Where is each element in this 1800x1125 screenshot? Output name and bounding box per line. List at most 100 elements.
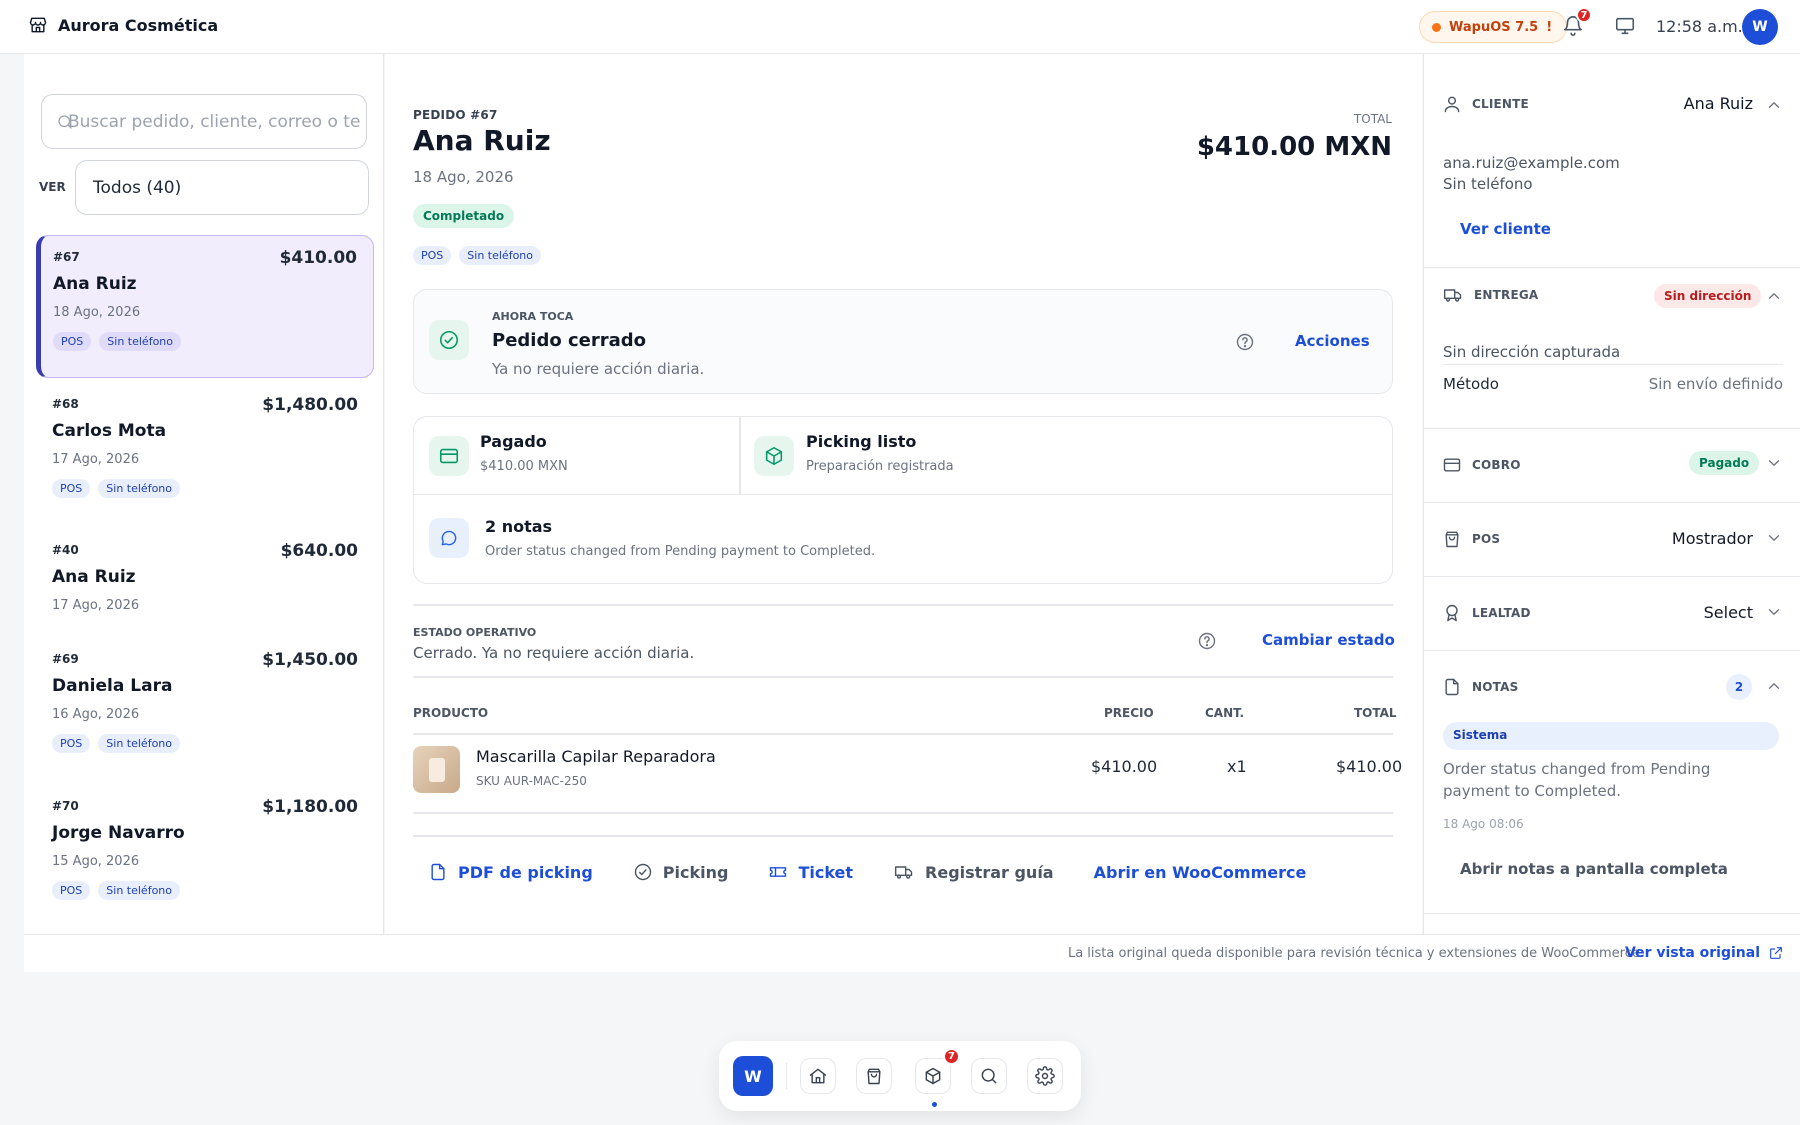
order-customer: Ana Ruiz	[52, 567, 136, 587]
dock-search-button[interactable]	[971, 1058, 1007, 1094]
loyalty-value: Select	[1703, 603, 1753, 622]
notifications-count-badge: 7	[1576, 7, 1592, 23]
order-card-69[interactable]: #69 $1,450.00 Daniela Lara 16 Ago, 2026 …	[36, 638, 374, 781]
display-button[interactable]	[1613, 15, 1637, 37]
pdf-picking-button[interactable]: PDF de picking	[428, 862, 593, 882]
pos-section[interactable]: POS Mostrador	[1424, 503, 1800, 577]
notes-title: 2 notas	[485, 517, 553, 536]
dock-shop-button[interactable]	[856, 1058, 892, 1094]
col-header-qty: CANT.	[1205, 706, 1245, 720]
note-text-line-1: Order status changed from Pending	[1443, 760, 1711, 778]
clock: 12:58 a.m.	[1656, 17, 1743, 36]
check-circle-icon	[429, 320, 469, 360]
client-name: Ana Ruiz	[1683, 94, 1753, 113]
pos-section-header: POS	[1442, 529, 1500, 549]
product-name: Mascarilla Capilar Reparadora	[476, 747, 716, 766]
chevron-up-icon[interactable]	[1765, 96, 1783, 114]
os-version-label: WapuOS 7.5	[1449, 19, 1539, 35]
ticket-icon	[768, 862, 788, 882]
home-icon	[808, 1066, 828, 1086]
notifications-button[interactable]: 7	[1562, 7, 1592, 37]
loyalty-section[interactable]: LEALTAD Select	[1424, 577, 1800, 651]
tag-no-phone: Sin teléfono	[98, 479, 180, 498]
credit-card-icon	[429, 436, 469, 476]
footer-bar: La lista original queda disponible para …	[24, 934, 1800, 972]
dock-settings-button[interactable]	[1027, 1058, 1063, 1094]
order-card-67[interactable]: #67 $410.00 Ana Ruiz 18 Ago, 2026 POS Si…	[36, 235, 374, 378]
chevron-up-icon[interactable]	[1765, 677, 1783, 695]
tag-no-phone: Sin teléfono	[459, 246, 541, 265]
payment-title: Pagado	[480, 432, 547, 451]
order-card-68[interactable]: #68 $1,480.00 Carlos Mota 17 Ago, 2026 P…	[36, 383, 374, 526]
order-customer-title: Ana Ruiz	[413, 124, 551, 157]
order-card-70[interactable]: #70 $1,180.00 Jorge Navarro 15 Ago, 2026…	[36, 785, 374, 928]
order-card-40[interactable]: #40 $640.00 Ana Ruiz 17 Ago, 2026	[36, 529, 374, 639]
payment-section-header: COBRO	[1442, 455, 1521, 475]
actions-button[interactable]: Acciones	[1295, 332, 1370, 350]
tag-pos: POS	[52, 479, 91, 498]
chat-bubble-icon	[429, 518, 469, 558]
order-amount: $1,450.00	[262, 650, 358, 670]
help-icon[interactable]	[1235, 332, 1255, 352]
order-amount: $410.00	[279, 248, 357, 268]
paid-badge: Pagado	[1689, 451, 1760, 475]
brand[interactable]: Aurora Cosmética	[28, 15, 218, 35]
order-label: PEDIDO #67	[413, 108, 498, 122]
dock-home-button[interactable]	[800, 1058, 836, 1094]
chevron-up-icon[interactable]	[1765, 287, 1783, 305]
filter-label: VER	[39, 180, 66, 194]
order-customer: Daniela Lara	[52, 676, 173, 696]
filter-select[interactable]: Todos (40)	[75, 160, 369, 215]
order-actions: PDF de picking Picking Ticket Registrar …	[428, 862, 1346, 882]
credit-card-icon	[1442, 455, 1462, 475]
user-avatar[interactable]: W	[1742, 9, 1778, 45]
search-input[interactable]: Buscar pedido, cliente, correo o te	[41, 94, 367, 149]
tag-pos: POS	[413, 246, 452, 265]
delivery-address: Sin dirección capturada	[1443, 343, 1621, 361]
delivery-section-header[interactable]: ENTREGA	[1442, 285, 1538, 305]
client-email: ana.ruiz@example.com	[1443, 154, 1620, 172]
order-total-label: TOTAL	[1353, 112, 1392, 126]
payment-section[interactable]: COBRO Pagado	[1424, 429, 1800, 503]
truck-icon	[893, 862, 915, 882]
no-address-badge: Sin dirección	[1654, 284, 1762, 308]
help-icon[interactable]	[1197, 631, 1217, 651]
loyalty-section-header: LEALTAD	[1442, 603, 1531, 623]
notes-section-header[interactable]: NOTAS	[1442, 677, 1518, 697]
chevron-down-icon[interactable]	[1765, 603, 1783, 621]
change-state-button[interactable]: Cambiar estado	[1262, 631, 1395, 649]
os-warning-mark: !	[1546, 19, 1553, 35]
external-link-icon	[1768, 945, 1784, 961]
picking-button[interactable]: Picking	[633, 862, 728, 882]
order-detail: PEDIDO #67 Ana Ruiz 18 Ago, 2026 TOTAL $…	[385, 54, 1422, 934]
client-section-header[interactable]: CLIENTE	[1442, 94, 1529, 114]
open-woocommerce-link[interactable]: Abrir en WooCommerce	[1094, 862, 1307, 882]
monitor-icon	[1613, 15, 1637, 37]
dock-app-button[interactable]: W	[733, 1056, 773, 1096]
view-client-link[interactable]: Ver cliente	[1460, 220, 1551, 238]
order-customer: Carlos Mota	[52, 421, 167, 441]
view-original-link[interactable]: Ver vista original	[1625, 945, 1784, 961]
shopping-bag-icon	[864, 1066, 884, 1086]
tag-no-phone: Sin teléfono	[98, 881, 180, 900]
search-placeholder: Buscar pedido, cliente, correo o te	[68, 111, 361, 132]
product-sku: SKU AUR-MAC-250	[476, 774, 587, 788]
ticket-button[interactable]: Ticket	[768, 862, 853, 882]
os-version-badge[interactable]: WapuOS 7.5 !	[1419, 11, 1568, 43]
payment-subtitle: $410.00 MXN	[480, 459, 568, 474]
chevron-down-icon[interactable]	[1765, 529, 1783, 547]
orders-sidebar: Buscar pedido, cliente, correo o te VER …	[24, 54, 384, 934]
status-badge: Completado	[413, 204, 515, 228]
picking-title: Picking listo	[806, 432, 917, 451]
order-date: 16 Ago, 2026	[52, 707, 140, 722]
product-total: $410.00	[1336, 757, 1403, 776]
order-customer: Jorge Navarro	[52, 823, 185, 843]
open-notes-fullscreen-button[interactable]: Abrir notas a pantalla completa	[1460, 860, 1728, 878]
order-date: 18 Ago, 2026	[413, 168, 514, 186]
client-section: CLIENTE Ana Ruiz ana.ruiz@example.com Si…	[1424, 54, 1800, 268]
tag-pos: POS	[52, 734, 91, 753]
chevron-down-icon[interactable]	[1765, 454, 1783, 472]
register-guide-button[interactable]: Registrar guía	[893, 862, 1054, 882]
product-thumbnail	[413, 746, 460, 793]
user-icon	[1442, 94, 1462, 114]
